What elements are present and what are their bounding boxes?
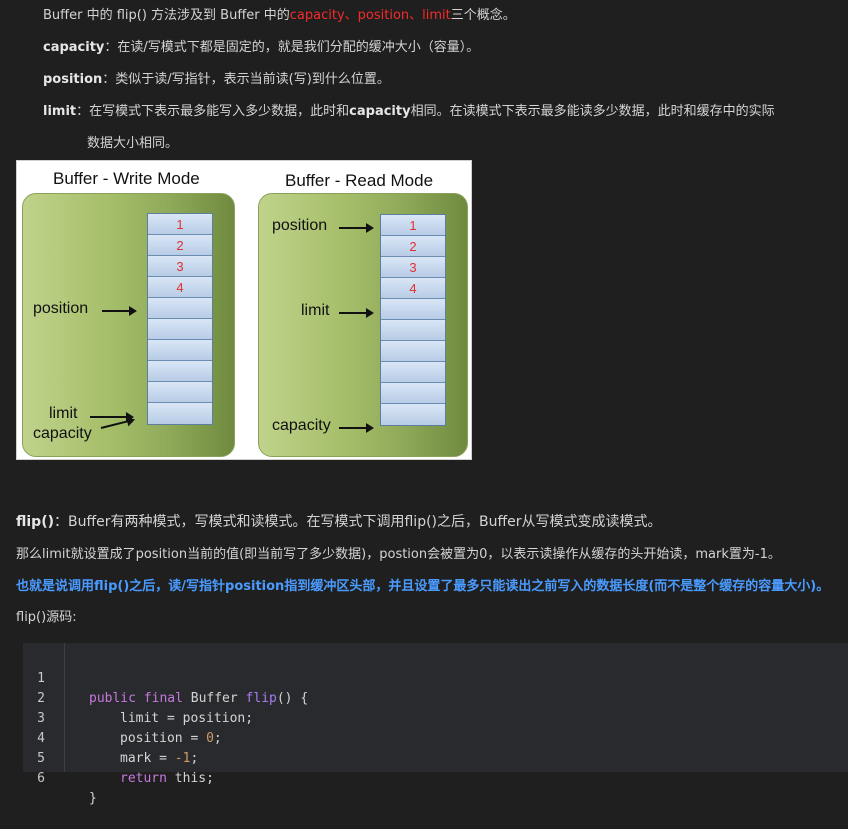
def-term: position	[43, 72, 103, 87]
code-keyword: return	[120, 771, 167, 786]
intro-suffix: 三个概念。	[450, 8, 516, 23]
write-position-label: position	[33, 300, 89, 317]
def-text: ：在读/写模式下都是固定的，就是我们分配的缓冲大小（容量）。	[104, 40, 480, 55]
line-number: 6	[37, 771, 45, 786]
buffer-cell	[148, 403, 212, 424]
flip-heading-text: ：Buffer有两种模式，写模式和读模式。在写模式下调用flip()之后，Buf…	[54, 514, 662, 530]
def-limit: limit：在写模式下表示最多能写入多少数据，此时和capacity相同。在读模…	[43, 100, 775, 119]
read-capacity-label: capacity	[272, 417, 331, 434]
buffer-cell	[381, 383, 445, 404]
flip-heading: flip()：Buffer有两种模式，写模式和读模式。在写模式下调用flip()…	[16, 511, 662, 531]
write-buffer-cells: 1 2 3 4	[147, 213, 213, 425]
read-capacity-arrow	[339, 423, 374, 433]
def-text: ：在写模式下表示最多能写入多少数据，此时和	[76, 104, 350, 119]
buffer-cell: 1	[148, 214, 212, 235]
def-limit-continued: 数据大小相同。	[87, 136, 179, 151]
code-line: 6 }	[23, 749, 848, 806]
buffer-cell	[381, 362, 445, 383]
source-label: flip()源码:	[16, 610, 77, 625]
read-buffer-cells: 1 2 3 4	[380, 214, 446, 426]
code-block: 1 public final Buffer flip() { 2 limit =…	[23, 643, 848, 806]
def-position: position：类似于读/写指针，表示当前读(写)到什么位置。	[43, 68, 390, 87]
buffer-mode-diagram: Buffer - Write Mode Buffer - Read Mode 1…	[16, 160, 472, 460]
def-term-capacity: capacity	[349, 104, 411, 119]
buffer-cell: 4	[381, 278, 445, 299]
intro-prefix: Buffer 中的 flip() 方法涉及到 Buffer 中的	[43, 8, 290, 23]
def-term: limit	[43, 104, 77, 119]
buffer-cell	[148, 361, 212, 382]
code-text: return this;	[120, 769, 214, 789]
buffer-cell	[148, 298, 212, 319]
write-position-arrow	[102, 306, 137, 316]
code-line: 4 mark = -1;	[23, 709, 848, 766]
read-position-label: position	[272, 217, 328, 234]
code-line: 5 return this;	[23, 729, 848, 786]
intro-line: Buffer 中的 flip() 方法涉及到 Buffer 中的capacity…	[43, 4, 516, 23]
code-text: }	[89, 791, 97, 806]
buffer-cell	[381, 341, 445, 362]
read-mode-title: Buffer - Read Mode	[285, 171, 434, 190]
buffer-cell	[148, 340, 212, 361]
write-capacity-label: capacity	[33, 425, 92, 442]
flip-summary: 也就是说调用flip()之后，读/写指针position指到缓冲区头部，并且设置…	[16, 579, 830, 594]
code-line: 1 public final Buffer flip() {	[23, 649, 848, 706]
def-capacity: capacity：在读/写模式下都是固定的，就是我们分配的缓冲大小（容量）。	[43, 36, 479, 55]
buffer-cell: 2	[148, 235, 212, 256]
buffer-cell	[381, 404, 445, 425]
flip-detail: 那么limit就设置成了position当前的值(即当前写了多少数据)，post…	[16, 547, 781, 562]
buffer-cell: 1	[381, 215, 445, 236]
buffer-cell: 2	[381, 236, 445, 257]
write-limit-label: limit	[49, 405, 78, 422]
def-text: ：类似于读/写指针，表示当前读(写)到什么位置。	[102, 72, 390, 87]
code-line: 2 limit = position;	[23, 669, 848, 726]
read-position-arrow	[339, 223, 374, 233]
read-limit-label: limit	[301, 302, 330, 319]
buffer-cell	[148, 382, 212, 403]
buffer-cell	[148, 319, 212, 340]
buffer-cell	[381, 320, 445, 341]
write-mode-title: Buffer - Write Mode	[53, 169, 200, 188]
def-term: capacity	[43, 40, 105, 55]
read-limit-arrow	[339, 308, 374, 318]
code-rest: this;	[166, 771, 214, 786]
buffer-cell: 3	[148, 256, 212, 277]
def-text-2: 相同。在读模式下表示最多能读多少数据，此时和缓存中的实际	[410, 104, 775, 119]
buffer-cell: 3	[381, 257, 445, 278]
buffer-cell: 4	[148, 277, 212, 298]
flip-term: flip()	[16, 514, 54, 530]
buffer-cell	[381, 299, 445, 320]
code-line: 3 position = 0;	[23, 689, 848, 746]
intro-highlight: capacity、position、limit	[289, 8, 451, 23]
